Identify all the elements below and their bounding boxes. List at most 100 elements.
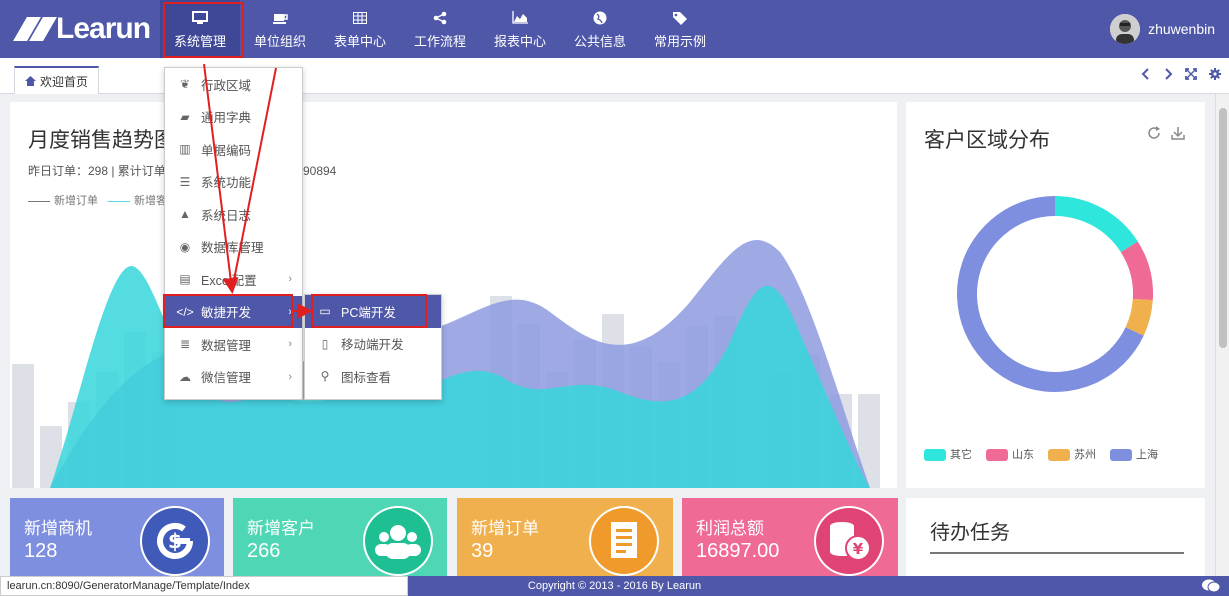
card-label: 新增订单: [471, 519, 539, 538]
menu-label: 移动端开发: [341, 338, 404, 353]
user-name: zhuwenbin: [1148, 21, 1215, 37]
coins-yen-icon: ¥: [814, 506, 884, 576]
expand-icon[interactable]: [1185, 68, 1197, 83]
nav-label: 公共信息: [573, 33, 626, 49]
excel-icon: ▤: [179, 272, 191, 287]
menu-item-code-rule[interactable]: ▥ 单据编码: [165, 133, 302, 166]
pie-legend: 其它 山东 苏州 上海: [924, 446, 1158, 462]
chevron-right-icon: ›: [288, 338, 292, 351]
menu-item-system-log[interactable]: ▲ 系统日志: [165, 198, 302, 231]
user-menu[interactable]: zhuwenbin: [1110, 14, 1215, 44]
home-icon: [25, 76, 36, 86]
avatar: [1110, 14, 1141, 44]
menu-label: 数据管理: [201, 338, 252, 353]
table-icon: [353, 9, 367, 27]
menu-item-region[interactable]: ❦ 行政区域: [165, 68, 302, 101]
region-pie-panel: 客户区域分布 其它 山东 苏州 上海: [906, 102, 1205, 488]
globe-icon: [593, 9, 607, 27]
pie-title: 客户区域分布: [924, 129, 1050, 152]
logo[interactable]: Learun: [13, 12, 151, 45]
menu-label: 系统日志: [201, 208, 252, 223]
pie-slice-其它[interactable]: [1055, 196, 1138, 253]
menu-item-data-manage[interactable]: ≣ 数据管理 ›: [165, 328, 302, 361]
card-new-orders[interactable]: 新增订单 39: [457, 498, 673, 576]
scrollbar-thumb[interactable]: [1219, 108, 1227, 348]
nav-item-workflow[interactable]: 工作流程: [400, 0, 480, 58]
card-value: 39: [471, 540, 494, 562]
card-new-customers[interactable]: 新增客户 266: [233, 498, 447, 576]
coffee-icon: [272, 9, 288, 27]
list-icon: ☰: [179, 174, 191, 189]
menu-label: 通用字典: [201, 111, 252, 126]
card-label: 利润总额: [696, 519, 764, 538]
card-value: 128: [24, 540, 58, 562]
chevron-right-icon[interactable]: [1163, 68, 1173, 83]
nav-item-examples[interactable]: 常用示例: [640, 0, 720, 58]
nav-item-org[interactable]: 单位组织: [240, 0, 320, 58]
legend-label: 上海: [1136, 449, 1158, 461]
highlight-box: [311, 294, 427, 328]
nav-item-forms[interactable]: 表单中心: [320, 0, 400, 58]
nav-item-reports[interactable]: 报表中心: [480, 0, 560, 58]
menu-item-wechat[interactable]: ☁ 微信管理 ›: [165, 361, 302, 394]
tab-home[interactable]: 欢迎首页: [14, 66, 100, 94]
refresh-icon[interactable]: [1147, 126, 1161, 143]
menu-label: 行政区域: [201, 78, 252, 93]
menu-label: 微信管理: [201, 371, 252, 386]
menu-label: 系统功能: [201, 176, 252, 191]
legend-label: 苏州: [1074, 449, 1096, 461]
users-icon: [363, 506, 433, 576]
nav-label: 单位组织: [253, 33, 306, 49]
submenu-item-icon-view[interactable]: ⚲ 图标查看: [305, 360, 441, 393]
menu-label: 数据库管理: [201, 241, 264, 256]
legend-item-suzhou[interactable]: 苏州: [1048, 446, 1096, 462]
highlight-box: [163, 2, 244, 58]
copyright: Copyright © 2013 - 2016 By Learun: [527, 580, 702, 592]
menu-item-dictionary[interactable]: ▰ 通用字典: [165, 101, 302, 134]
legend-item-other[interactable]: 其它: [924, 446, 972, 462]
menu-label: Excel配置: [201, 273, 257, 288]
sales-chart-panel: 月度销售趋势图 昨日订单：298 | 累计订单： 9840 | 累计交易额：18…: [10, 102, 897, 488]
warning-icon: ▲: [179, 207, 191, 222]
todo-panel: 待办任务: [906, 498, 1205, 576]
chevron-right-icon: ›: [288, 370, 292, 383]
menu-item-database[interactable]: ◉ 数据库管理: [165, 231, 302, 264]
area-chart-icon: [512, 9, 528, 27]
leaf-icon: ❦: [179, 77, 191, 92]
divider: [930, 552, 1184, 554]
card-total-profit[interactable]: 利润总额 16897.00 ¥: [682, 498, 898, 576]
sales-area-chart: [12, 240, 880, 488]
chevron-left-icon[interactable]: [1141, 68, 1151, 83]
nav-label: 工作流程: [413, 33, 466, 49]
card-label: 新增客户: [247, 519, 315, 538]
refresh-g-icon: $: [140, 506, 210, 576]
page-scrollbar[interactable]: [1215, 94, 1229, 576]
nav-label: 表单中心: [333, 33, 386, 49]
gear-icon[interactable]: [1209, 68, 1221, 83]
highlight-box: [163, 294, 293, 328]
top-navbar: Learun 系统管理 单位组织 表单中心 工作流程 报表中心 公共信息 常用示…: [0, 0, 1229, 58]
download-icon[interactable]: [1171, 126, 1185, 143]
svg-text:¥: ¥: [853, 540, 864, 558]
legend-item-shandong[interactable]: 山东: [986, 446, 1034, 462]
svg-text:$: $: [168, 529, 182, 553]
nav-item-public[interactable]: 公共信息: [560, 0, 640, 58]
nav-label: 报表中心: [493, 33, 546, 49]
main-nav: 系统管理 单位组织 表单中心 工作流程 报表中心 公共信息 常用示例: [160, 0, 720, 58]
menu-item-system-function[interactable]: ☰ 系统功能: [165, 166, 302, 199]
database-icon: ≣: [179, 337, 191, 352]
legend-label: 山东: [1012, 449, 1034, 461]
legend-item-shanghai[interactable]: 上海: [1110, 446, 1158, 462]
card-new-opportunities[interactable]: 新增商机 128 $: [10, 498, 224, 576]
pie-slice-山东[interactable]: [1120, 241, 1153, 301]
logo-mark-icon: [13, 17, 57, 41]
submenu-item-mobile-dev[interactable]: ▯ 移动端开发: [305, 328, 441, 361]
wechat-icon: ☁: [179, 369, 191, 384]
chat-icon[interactable]: [1201, 578, 1221, 596]
tab-tools: [1141, 68, 1221, 83]
menu-item-excel[interactable]: ▤ Excel配置 ›: [165, 263, 302, 296]
logo-text: Learun: [56, 12, 151, 45]
todo-title: 待办任务: [930, 522, 1010, 544]
menu-label: 单据编码: [201, 143, 252, 158]
share-icon: [433, 9, 447, 27]
